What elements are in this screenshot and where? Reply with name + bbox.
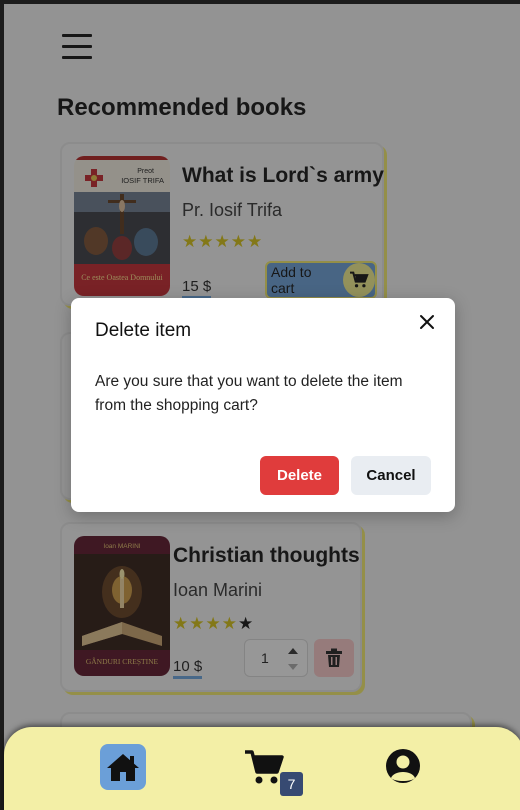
delete-button[interactable]: Delete [260, 456, 339, 495]
shopping-cart-icon [245, 750, 284, 784]
user-profile-icon [386, 749, 420, 783]
home-icon [107, 754, 139, 781]
close-icon[interactable] [419, 314, 435, 330]
cancel-button[interactable]: Cancel [351, 456, 431, 495]
delete-confirm-dialog: Delete item Are you sure that you want t… [71, 298, 455, 512]
nav-profile-button[interactable] [382, 745, 424, 787]
cart-count-badge: 7 [280, 772, 303, 796]
bottom-navigation: 7 [4, 727, 520, 810]
nav-home-button[interactable] [100, 744, 146, 790]
dialog-message: Are you sure that you want to delete the… [95, 373, 403, 414]
dialog-title: Delete item [95, 320, 192, 341]
